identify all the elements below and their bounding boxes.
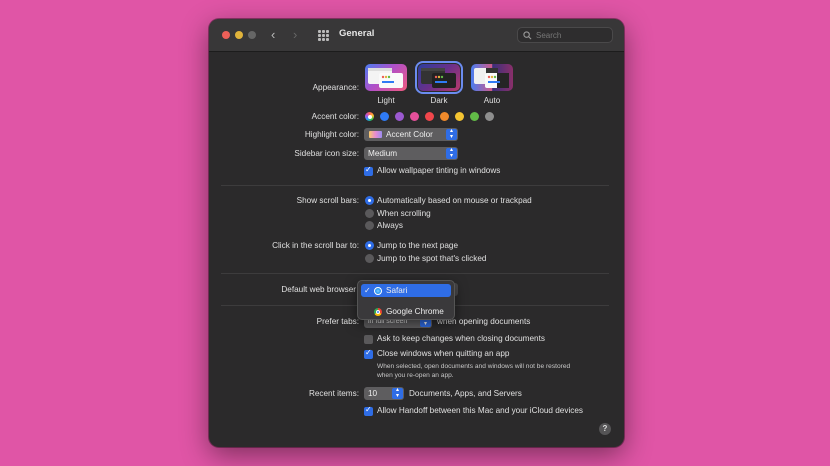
appearance-light-thumb[interactable] xyxy=(365,64,407,91)
search-input[interactable] xyxy=(536,29,610,41)
highlight-color-label: Highlight color: xyxy=(304,130,359,139)
browser-option-chrome[interactable]: Google Chrome xyxy=(361,305,451,318)
default-browser-label: Default web browser xyxy=(281,285,356,294)
appearance-light-label: Light xyxy=(377,96,395,105)
ask-keep-changes-label: Ask to keep changes when closing documen… xyxy=(377,334,545,343)
show-scroll-bars-label: Show scroll bars: xyxy=(296,196,359,205)
appearance-auto-label: Auto xyxy=(483,96,501,105)
scroll-click-next-page-label: Jump to the next page xyxy=(377,241,459,250)
search-icon xyxy=(523,31,532,40)
scroll-bars-when-scrolling-radio[interactable] xyxy=(365,209,374,218)
close-windows-label: Close windows when quitting an app xyxy=(377,349,510,358)
recent-items-value: 10 xyxy=(368,389,378,398)
browser-option-label: Google Chrome xyxy=(386,307,444,316)
scroll-bars-auto-radio[interactable] xyxy=(365,196,374,205)
accent-pink-swatch[interactable] xyxy=(410,112,419,121)
chrome-icon xyxy=(374,307,382,316)
handoff-checkbox[interactable] xyxy=(364,405,373,416)
recent-items-suffix: Documents, Apps, and Servers xyxy=(409,389,522,398)
help-button[interactable]: ? xyxy=(599,423,611,435)
appearance-label: Appearance: xyxy=(312,83,359,92)
search-field[interactable] xyxy=(517,27,613,43)
browser-dropdown-menu: ✓ Safari Google Chrome xyxy=(357,280,455,320)
wallpaper-tinting-checkbox[interactable] xyxy=(364,165,373,176)
zoom-window-button[interactable] xyxy=(248,31,256,39)
ask-keep-changes-checkbox[interactable] xyxy=(364,335,373,344)
sidebar-icon-size-label: Sidebar icon size: xyxy=(294,149,359,158)
accent-graphite-swatch[interactable] xyxy=(485,112,494,121)
recent-items-popup[interactable]: 10 ▴ ▾ xyxy=(364,387,404,400)
scroll-bars-auto-label: Automatically based on mouse or trackpad xyxy=(377,196,532,205)
click-scroll-bar-label: Click in the scroll bar to: xyxy=(272,241,359,250)
handoff-label: Allow Handoff between this Mac and your … xyxy=(377,406,584,415)
highlight-color-value: Accent Color xyxy=(386,130,433,139)
forward-arrow-icon[interactable]: › xyxy=(293,27,297,43)
accent-multicolor-swatch[interactable] xyxy=(365,112,374,121)
sidebar-icon-size-popup[interactable]: Medium ▴ ▾ xyxy=(364,147,458,160)
accent-purple-swatch[interactable] xyxy=(395,112,404,121)
titlebar: ‹ › General xyxy=(209,19,624,52)
highlight-swatch-icon xyxy=(369,131,382,138)
window-title: General xyxy=(339,28,375,39)
close-windows-note-line-2: when you re-open an app. xyxy=(377,372,454,379)
scroll-click-next-page-radio[interactable] xyxy=(365,241,374,250)
wallpaper-tinting-label: Allow wallpaper tinting in windows xyxy=(377,166,501,175)
accent-blue-swatch[interactable] xyxy=(380,112,389,121)
scroll-bars-always-label: Always xyxy=(377,221,403,230)
popup-arrows-icon: ▴▾ xyxy=(392,387,403,399)
highlight-color-popup[interactable]: Accent Color ▴ ▾ xyxy=(364,128,458,141)
accent-green-swatch[interactable] xyxy=(470,112,479,121)
minimize-window-button[interactable] xyxy=(235,31,243,39)
appearance-dark-thumb[interactable] xyxy=(415,61,463,94)
accent-orange-swatch[interactable] xyxy=(440,112,449,121)
scroll-bars-when-scrolling-label: When scrolling xyxy=(377,209,431,218)
popup-arrows-icon: ▴▾ xyxy=(446,128,457,140)
popup-arrows-icon: ▴▾ xyxy=(446,147,457,159)
checkmark-icon: ✓ xyxy=(364,286,371,295)
sidebar-icon-size-value: Medium xyxy=(368,149,398,158)
accent-yellow-swatch[interactable] xyxy=(455,112,464,121)
show-all-grid-icon[interactable] xyxy=(318,30,329,41)
recent-items-label: Recent items: xyxy=(308,389,359,398)
scroll-click-spot-radio[interactable] xyxy=(365,254,374,263)
divider xyxy=(221,185,609,186)
appearance-auto-thumb[interactable] xyxy=(471,64,513,91)
close-window-button[interactable] xyxy=(222,31,230,39)
scroll-bars-always-radio[interactable] xyxy=(365,221,374,230)
scroll-click-spot-label: Jump to the spot that's clicked xyxy=(377,254,487,263)
appearance-dark-label: Dark xyxy=(430,96,448,105)
close-windows-note-line-1: When selected, open documents and window… xyxy=(377,363,571,370)
accent-red-swatch[interactable] xyxy=(425,112,434,121)
prefer-tabs-label: Prefer tabs: xyxy=(316,317,359,326)
divider xyxy=(221,273,609,274)
preferences-window: ‹ › General Appearance: xyxy=(209,19,624,447)
safari-icon xyxy=(374,286,382,295)
browser-option-safari[interactable]: ✓ Safari xyxy=(361,284,451,297)
close-windows-checkbox[interactable] xyxy=(364,348,373,359)
browser-option-label: Safari xyxy=(386,286,408,295)
back-arrow-icon[interactable]: ‹ xyxy=(271,27,275,43)
accent-color-label: Accent color: xyxy=(311,112,359,121)
